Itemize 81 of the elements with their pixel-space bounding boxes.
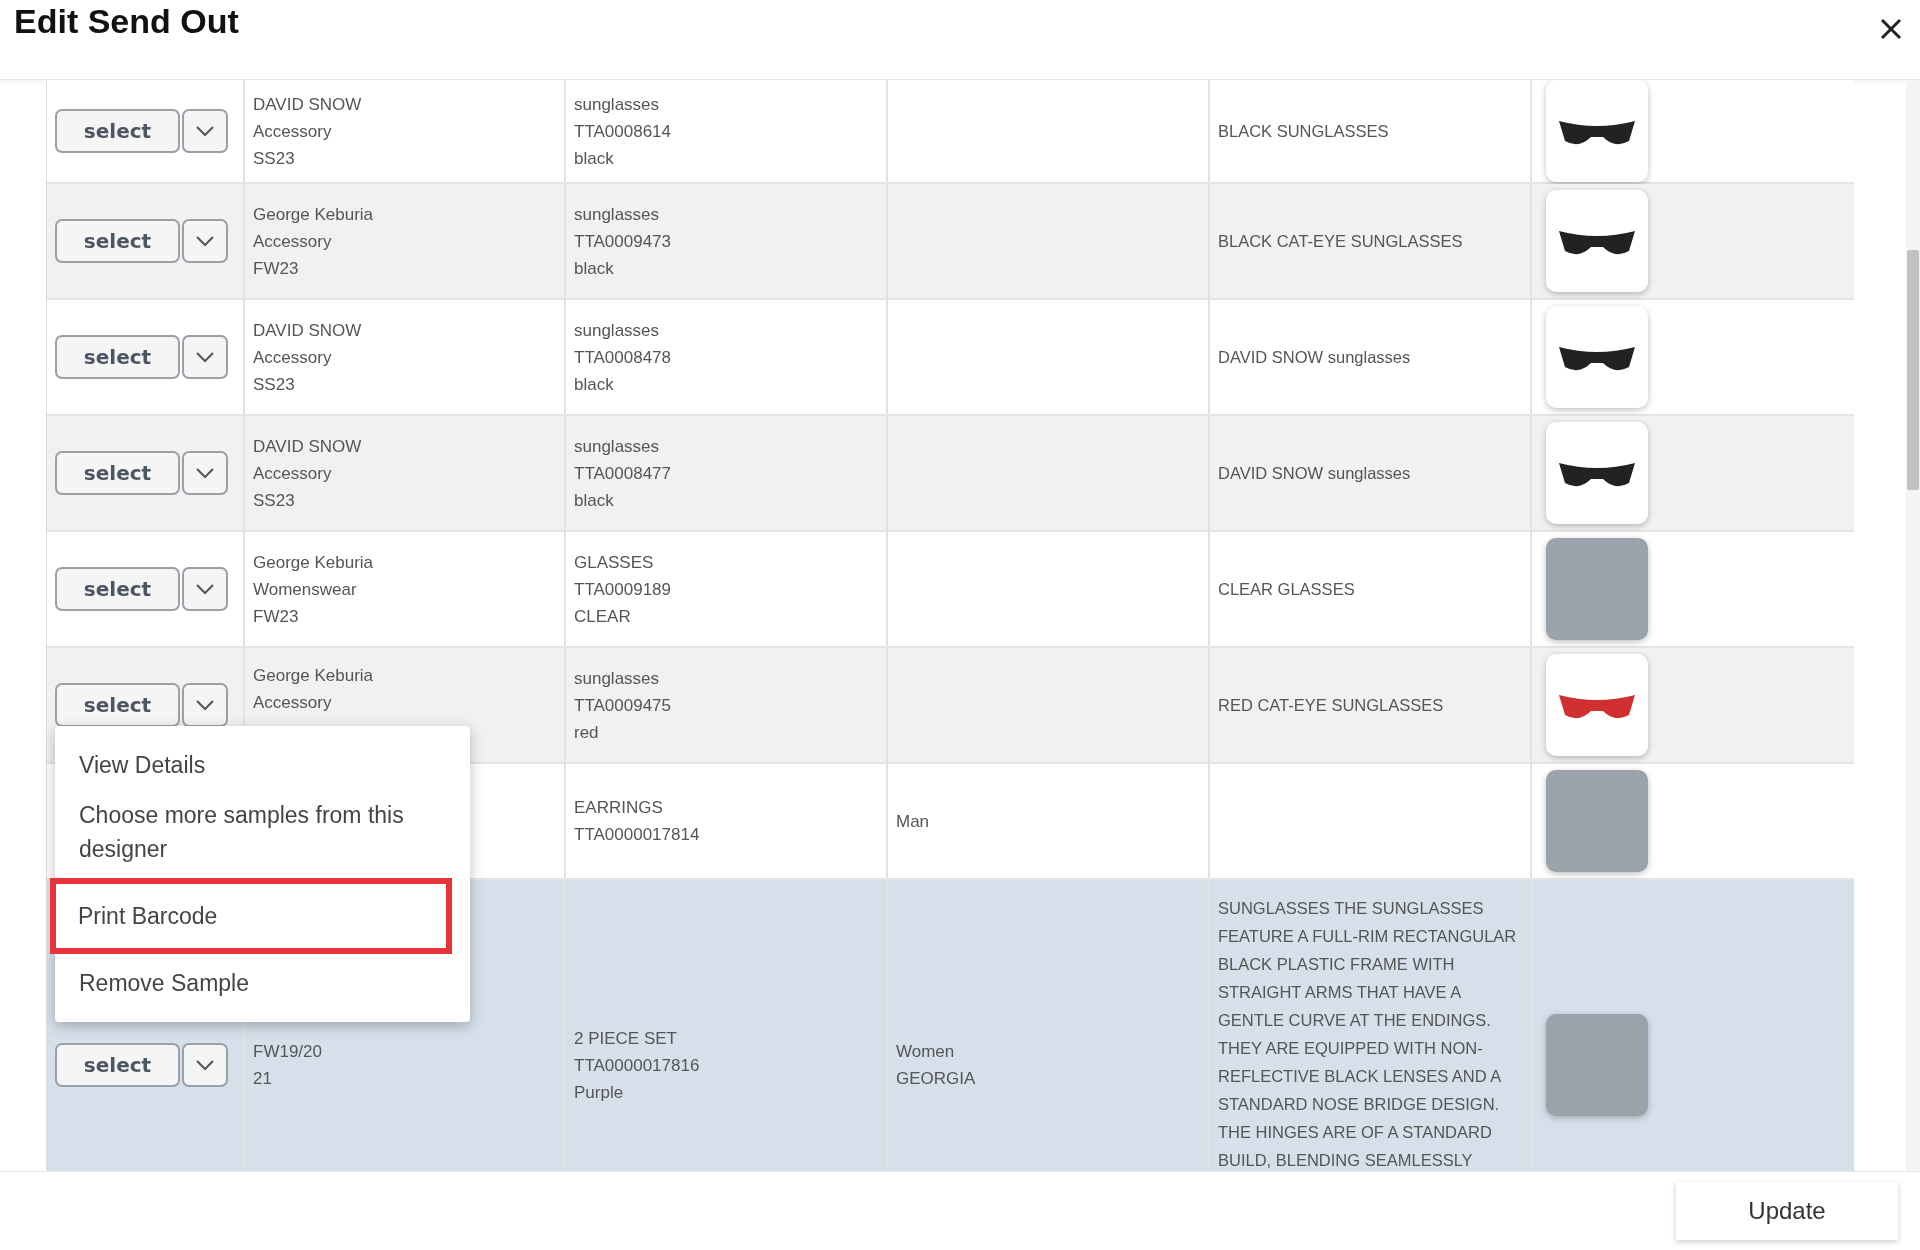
dropdown-button[interactable] — [182, 683, 228, 727]
designer-text: SS23 — [253, 373, 296, 396]
category-text: GEORGIA — [896, 1068, 977, 1090]
description-text: DAVID SNOW sunglasses — [1218, 463, 1412, 484]
menu-item[interactable]: Print Barcode — [50, 878, 452, 954]
chevron-down-icon — [195, 467, 215, 479]
item-text: sunglasses — [574, 93, 661, 116]
item-text: TTA0009189 — [574, 578, 673, 601]
dropdown-button[interactable] — [182, 567, 228, 611]
dialog-title: Edit Send Out — [14, 2, 239, 41]
menu-item[interactable]: Choose more samples from this designer — [55, 790, 470, 874]
designer-text: SS23 — [253, 147, 296, 170]
item-text: EARRINGS — [574, 797, 664, 819]
dropdown-button[interactable] — [182, 335, 228, 379]
description-text: RED CAT-EYE SUNGLASSES — [1218, 695, 1445, 716]
select-button[interactable]: select — [55, 109, 180, 153]
item-text: black — [574, 147, 615, 170]
item-text: TTA0009473 — [574, 230, 673, 253]
description-text: BLACK SUNGLASSES — [1218, 121, 1390, 142]
item-text: sunglasses — [574, 435, 661, 458]
chevron-down-icon — [195, 1059, 215, 1071]
designer-text: George Keburia — [253, 665, 375, 687]
item-text: TTA0000017816 — [574, 1054, 701, 1077]
designer-text: DAVID SNOW — [253, 435, 363, 458]
chevron-down-icon — [195, 235, 215, 247]
category-text: Man — [896, 810, 931, 833]
select-button[interactable]: select — [55, 451, 180, 495]
item-text: sunglasses — [574, 319, 661, 342]
dropdown-button[interactable] — [182, 109, 228, 153]
designer-text: FW23 — [253, 605, 300, 628]
designer-text: Accessory — [253, 462, 333, 485]
designer-text: FW23 — [253, 257, 300, 280]
close-icon — [1880, 18, 1902, 40]
update-button[interactable]: Update — [1676, 1182, 1898, 1240]
designer-text: George Keburia — [253, 551, 375, 574]
item-text: TTA0008477 — [574, 462, 673, 485]
chevron-down-icon — [195, 583, 215, 595]
dropdown-button[interactable] — [182, 451, 228, 495]
description-text: BLACK CAT-EYE SUNGLASSES — [1218, 231, 1464, 252]
designer-text: Womenswear — [253, 578, 358, 601]
item-text: CLEAR — [574, 605, 632, 628]
item-text: black — [574, 489, 615, 512]
dropdown-button[interactable] — [182, 219, 228, 263]
chevron-down-icon — [195, 351, 215, 363]
designer-text: George Keburia — [253, 203, 375, 226]
item-text: sunglasses — [574, 203, 661, 226]
description-text: CLEAR GLASSES — [1218, 579, 1356, 600]
select-button[interactable]: select — [55, 683, 180, 727]
description-text: SUNGLASSES THE SUNGLASSES FEATURE A FULL-RIM RECTANGULAR BLACK PLASTIC FRAME WITH STRAIGHT ARMS THAT HAVE A GENTLE CURVE AT THE ENDINGS. THEY ARE EQUIPPED WITH NON-REFLECTIVE BLACK LENSES AND A STANDARD NOSE BRIDGE DESIGN. THE HINGES ARE OF A STANDARD BUILD, BLENDING SEAMLESSLY — [1218, 898, 1518, 1171]
chevron-down-icon — [195, 699, 215, 711]
description-text: DAVID SNOW sunglasses — [1218, 347, 1412, 368]
designer-text: DAVID SNOW — [253, 319, 363, 342]
designer-text: 21 — [253, 1068, 273, 1090]
item-text: TTA0008614 — [574, 120, 673, 143]
category-text: Women — [896, 1041, 956, 1063]
designer-text: Accessory — [253, 692, 333, 714]
item-text: sunglasses — [574, 667, 661, 690]
item-text: TTA0008478 — [574, 346, 673, 369]
item-text: TTA0009475 — [574, 694, 673, 717]
designer-text: SS23 — [253, 489, 296, 512]
select-button[interactable]: select — [55, 567, 180, 611]
select-button[interactable]: select — [55, 219, 180, 263]
item-text: black — [574, 373, 615, 396]
designer-text: DAVID SNOW — [253, 93, 363, 116]
designer-text: FW19/20 — [253, 1041, 323, 1063]
item-text: GLASSES — [574, 551, 655, 574]
chevron-down-icon — [195, 125, 215, 137]
designer-text: Accessory — [253, 346, 333, 369]
item-text: 2 PIECE SET — [574, 1027, 678, 1050]
item-text: black — [574, 257, 615, 280]
scrollbar[interactable] — [1906, 80, 1920, 1171]
designer-text: Accessory — [253, 230, 333, 253]
menu-item[interactable]: Remove Sample — [55, 958, 470, 1008]
designer-text: Accessory — [253, 120, 333, 143]
item-text: red — [574, 721, 600, 744]
select-button[interactable]: select — [55, 335, 180, 379]
item-text: Purple — [574, 1081, 625, 1104]
select-button[interactable]: select — [55, 1043, 180, 1087]
menu-item[interactable]: View Details — [55, 740, 470, 790]
item-text: TTA0000017814 — [574, 824, 701, 846]
dropdown-button[interactable] — [182, 1043, 228, 1087]
